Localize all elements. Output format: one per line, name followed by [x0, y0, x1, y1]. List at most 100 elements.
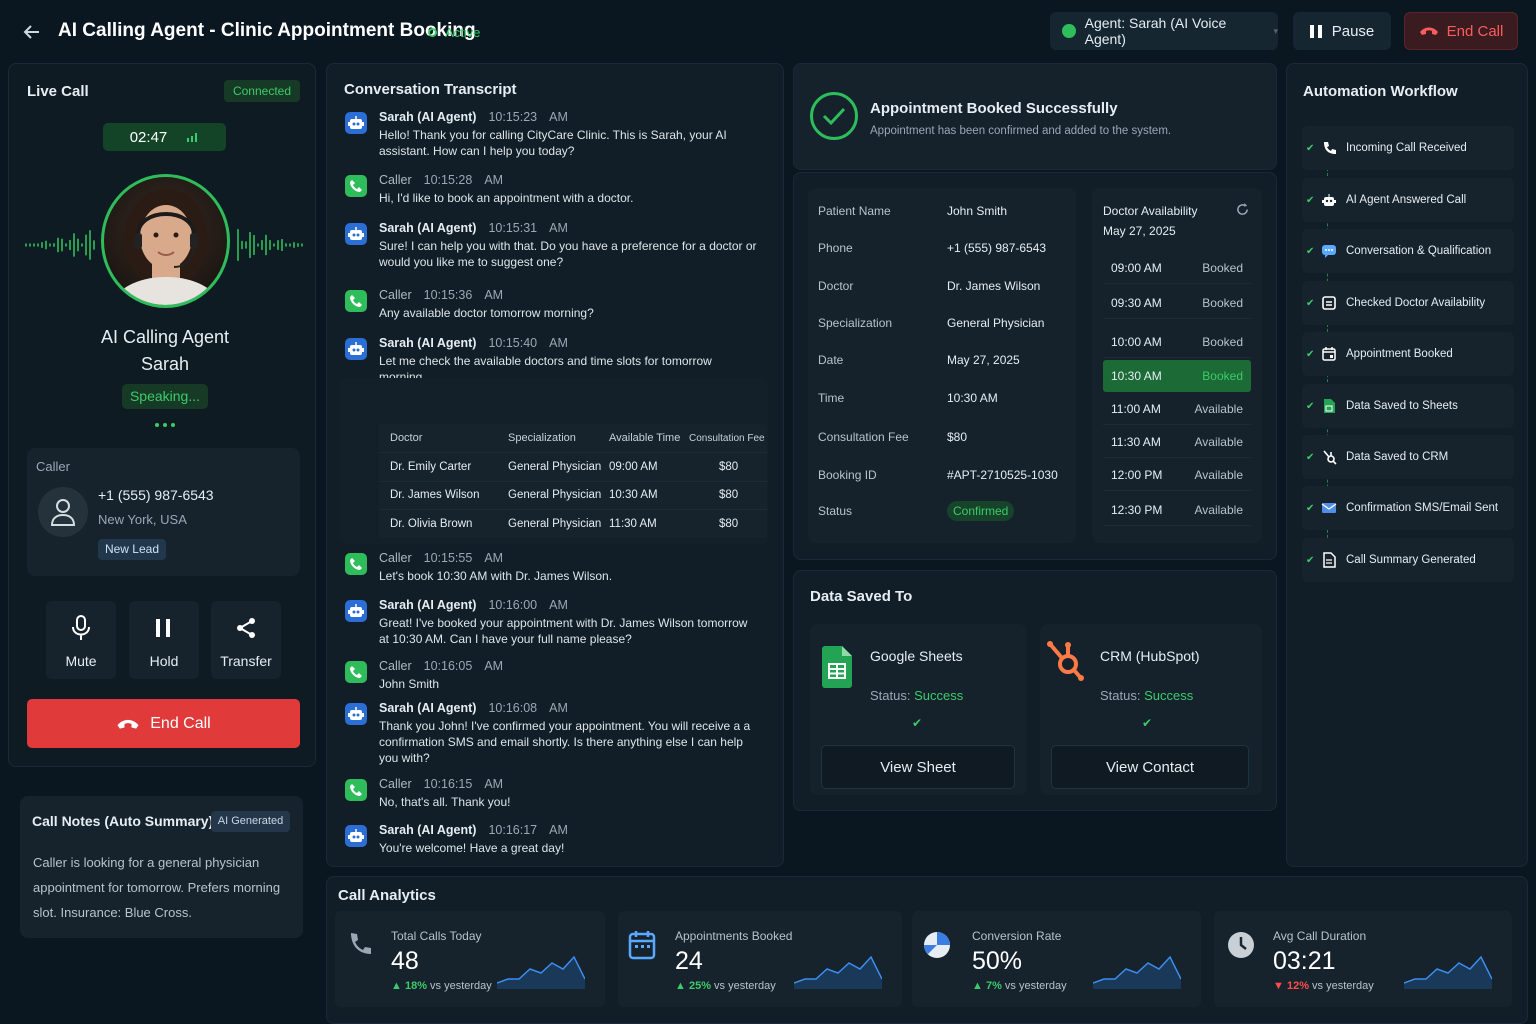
slot-status: Booked: [1202, 369, 1243, 383]
availability-slot[interactable]: 10:00 AM Booked: [1103, 326, 1251, 358]
slot-status: Booked: [1202, 260, 1243, 275]
table-cell: $80: [719, 489, 739, 501]
message-ampm: AM: [484, 173, 504, 187]
message-text: Let's book 10:30 AM with Dr. James Wilso…: [379, 569, 613, 583]
view-sheet-button[interactable]: View Sheet: [821, 745, 1015, 789]
calendar-icon: [628, 930, 656, 960]
view-contact-button[interactable]: View Contact: [1051, 745, 1249, 789]
message-time: 10:16:17: [488, 823, 538, 837]
message-header: Sarah (AI Agent) 10:15:40 AM: [379, 336, 568, 350]
hold-label: Hold: [149, 653, 179, 669]
message-ampm: AM: [549, 221, 568, 235]
share-icon: [235, 617, 257, 639]
phone-icon: [345, 290, 367, 312]
slot-status: Booked: [1202, 295, 1243, 310]
options-table-header: Doctor Specialization Available Time Consul…: [379, 424, 767, 452]
table-cell: 10:30 AM: [609, 489, 658, 501]
transcript-message: Caller 10:16:15 AM No, that's all. Thank yo…: [345, 777, 765, 817]
table-cell: $80: [719, 517, 739, 530]
transcript-message: Sarah (AI Agent) 10:15:31 AM Sure! I can he…: [345, 221, 765, 269]
mute-button[interactable]: Mute: [46, 601, 116, 679]
sheets-check-icon: ✔: [912, 716, 923, 730]
status-text: Active: [445, 25, 481, 40]
message-sender: Caller: [379, 659, 412, 673]
workflow-step-label: Checked Doctor Availability: [1346, 297, 1486, 309]
booking-field-label: Specialization: [818, 316, 893, 330]
stat-value: 48: [391, 947, 419, 975]
message-text: Thank you John! I've confirmed your appo…: [379, 719, 751, 765]
message-text: Hello! Thank you for calling CityCare Cl…: [379, 128, 727, 158]
message-header: Sarah (AI Agent) 10:15:23 AM: [379, 110, 568, 124]
view-sheet-label: View Sheet: [880, 758, 956, 776]
transcript-message: Sarah (AI Agent) 10:15:23 AM Hello! Thank y…: [345, 110, 765, 158]
pause-button[interactable]: Pause: [1293, 12, 1391, 50]
availability-slot[interactable]: 11:30 AM Available: [1103, 426, 1251, 458]
stat-change: ▲ 18% vs yesterday: [391, 980, 492, 992]
page-title: AI Calling Agent - Clinic Appointment Bo…: [58, 20, 476, 41]
workflow-step: ✔ Data Saved to Sheets: [1302, 384, 1514, 428]
new-lead-badge: New Lead: [98, 539, 166, 560]
availability-date: May 27, 2025: [1103, 224, 1176, 238]
slot-time: 09:00 AM: [1111, 260, 1162, 275]
booking-field-value: +1 (555) 987-6543: [947, 241, 1047, 255]
table-cell: 09:00 AM: [609, 460, 658, 473]
transfer-button[interactable]: Transfer: [211, 601, 281, 679]
message-sender: Caller: [379, 551, 412, 565]
phone-icon: [345, 553, 367, 575]
checkmark-icon: ✔: [1306, 245, 1315, 257]
back-arrow-icon[interactable]: [22, 22, 42, 42]
workflow-step-label: Incoming Call Received: [1346, 142, 1467, 154]
availability-title: Doctor Availability: [1103, 204, 1198, 218]
slot-status: Available: [1194, 467, 1243, 482]
availability-slot[interactable]: 12:00 PM Available: [1103, 459, 1251, 491]
end-call-button[interactable]: End Call: [27, 699, 300, 748]
speaking-badge: Speaking...: [122, 384, 208, 409]
crm-status: Status: Success: [1100, 688, 1193, 703]
options-header-cell: Specialization: [508, 432, 576, 444]
stat-change-suffix: vs yesterday: [430, 980, 492, 992]
options-header-cell: Doctor: [390, 432, 423, 444]
checkmark-icon: ✔: [1306, 142, 1315, 154]
sheets-status-label: Status:: [870, 688, 911, 703]
table-cell: 11:30 AM: [609, 517, 657, 530]
end-call-label: End Call: [150, 714, 211, 732]
sheets-status-value: Success: [914, 688, 964, 703]
message-sender: Sarah (AI Agent): [379, 221, 477, 235]
agent-selector[interactable]: Agent: Sarah (AI Voice Agent) ▾: [1050, 12, 1278, 50]
availability-slot[interactable]: 10:30 AM Booked: [1103, 360, 1251, 392]
message-ampm: AM: [484, 288, 504, 302]
ai-generated-badge: AI Generated: [211, 811, 290, 832]
message-text: You're welcome! Have a great day!: [379, 841, 565, 855]
availability-slot[interactable]: 11:00 AM Available: [1103, 393, 1251, 425]
mute-label: Mute: [65, 653, 97, 669]
availability-slot[interactable]: 12:30 PM Available: [1103, 494, 1251, 526]
transcript-message: Caller 10:16:05 AM John Smith: [345, 659, 765, 699]
table-cell: $80: [719, 460, 739, 473]
slot-time: 10:30 AM: [1111, 369, 1162, 383]
refresh-icon[interactable]: [1236, 203, 1249, 216]
availability-slot[interactable]: 09:00 AM Booked: [1103, 252, 1251, 284]
availability-slot[interactable]: 09:30 AM Booked: [1103, 287, 1251, 319]
message-text: Sure! I can help you with that. Do you h…: [379, 239, 757, 269]
data-saved-title: Data Saved To: [810, 588, 913, 605]
agent-name: Sarah: [140, 354, 190, 374]
booking-field-label: Consultation Fee: [818, 430, 909, 444]
sparkline-chart: [794, 955, 882, 989]
booking-field-value: General Physician: [947, 316, 1045, 330]
hold-button[interactable]: Hold: [129, 601, 199, 679]
transcript-message: Caller 10:15:28 AM Hi, I'd like to book an …: [345, 173, 765, 213]
workflow-step: ✔ Incoming Call Received: [1302, 126, 1514, 170]
message-sender: Sarah (AI Agent): [379, 336, 477, 350]
connected-badge: Connected: [224, 80, 300, 102]
message-sender: Sarah (AI Agent): [379, 110, 477, 124]
agent-label: Agent: Sarah (AI Voice Agent): [1084, 15, 1227, 47]
workflow-step-label: Confirmation SMS/Email Sent: [1346, 502, 1499, 514]
pause-label: Pause: [1331, 22, 1375, 40]
stat-change-suffix: vs yesterday: [1312, 980, 1374, 992]
end-call-top-button[interactable]: End Call: [1404, 12, 1518, 50]
workflow-step: ✔ Checked Doctor Availability: [1302, 281, 1514, 325]
slot-status: Available: [1194, 434, 1243, 449]
arrow-up-icon: ▲: [391, 980, 405, 992]
message-header: Sarah (AI Agent) 10:15:31 AM: [379, 221, 568, 235]
table-cell: General Physician: [508, 489, 602, 501]
